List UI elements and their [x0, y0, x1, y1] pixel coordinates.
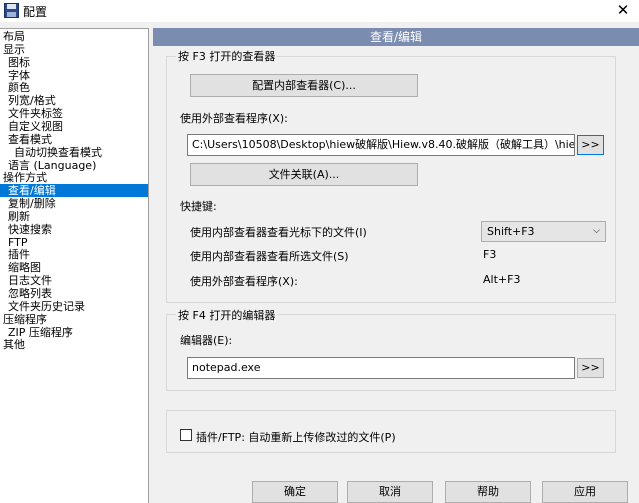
tree-item[interactable]: 快速搜索 [0, 223, 148, 236]
tree-item[interactable]: 语言 (Language) [0, 159, 148, 172]
viewer-group-title: 按 F3 打开的查看器 [176, 48, 278, 64]
tree-item[interactable]: 布局 [0, 30, 148, 43]
tree-item[interactable]: ZIP 压缩程序 [0, 326, 148, 339]
editor-group-title: 按 F4 打开的编辑器 [176, 307, 278, 323]
hotkey-external-value: Alt+F3 [483, 273, 521, 286]
tree-item[interactable]: 复制/删除 [0, 197, 148, 210]
hotkey-cursor-file-select[interactable]: Shift+F3 ⌵ [481, 221, 606, 242]
tree-item[interactable]: FTP [0, 236, 148, 249]
tree-item[interactable]: 列宽/格式 [0, 94, 148, 107]
auto-reupload-label: 插件/FTP: 自动重新上传修改过的文件(P) [196, 431, 396, 444]
tree-item[interactable]: 插件 [0, 248, 148, 261]
external-viewer-path-input[interactable]: C:\Users\10508\Desktop\hiew破解版\Hiew.v8.4… [187, 134, 575, 156]
tree-item[interactable]: 缩略图 [0, 261, 148, 274]
app-icon [4, 3, 19, 18]
settings-tree[interactable]: 布局 显示 图标 字体 颜色 列宽/格式 文件夹标签 自定义视图 查看模式 自动切换查看模式 语言 … [0, 28, 149, 503]
tree-item[interactable]: 忽略列表 [0, 287, 148, 300]
editor-path-input[interactable]: notepad.exe [187, 357, 575, 379]
external-viewer-browse-button[interactable]: >> [577, 135, 604, 155]
hotkey-selected-files-label: 使用内部查看器查看所选文件(S) [190, 250, 349, 263]
editor-label: 编辑器(E): [180, 334, 233, 347]
help-button[interactable]: 帮助 [445, 481, 531, 503]
tree-item[interactable]: 自动切换查看模式 [0, 146, 148, 159]
chevron-down-icon: ⌵ [593, 226, 600, 236]
tree-item[interactable]: 查看模式 [0, 133, 148, 146]
hotkey-external-label: 使用外部查看程序(X): [190, 275, 298, 288]
editor-browse-button[interactable]: >> [577, 358, 604, 378]
apply-button[interactable]: 应用 [542, 481, 628, 503]
tree-item[interactable]: 刷新 [0, 210, 148, 223]
cancel-button[interactable]: 取消 [347, 481, 433, 503]
tree-item[interactable]: 文件夹标签 [0, 107, 148, 120]
hotkey-cursor-file-label: 使用内部查看器查看光标下的文件(I) [190, 226, 367, 239]
title-bar: 配置 ✕ [0, 0, 639, 22]
tree-item[interactable]: 日志文件 [0, 274, 148, 287]
hotkeys-label: 快捷键: [180, 200, 217, 213]
editor-group [166, 314, 616, 391]
external-viewer-label: 使用外部查看程序(X): [180, 112, 288, 125]
file-association-button[interactable]: 文件关联(A)... [190, 163, 418, 186]
tree-item[interactable]: 压缩程序 [0, 313, 148, 326]
tree-item[interactable]: 文件夹历史记录 [0, 300, 148, 313]
tree-item[interactable]: 显示 [0, 43, 148, 56]
tree-item[interactable]: 字体 [0, 69, 148, 82]
ok-button[interactable]: 确定 [252, 481, 338, 503]
window-title: 配置 [23, 5, 48, 19]
tree-item[interactable]: 其他 [0, 338, 148, 351]
auto-reupload-checkbox[interactable] [180, 429, 192, 441]
tree-item[interactable]: 查看/编辑 [0, 184, 148, 198]
panel-header: 查看/编辑 [153, 28, 639, 46]
hotkey-cursor-file-value: Shift+F3 [487, 225, 535, 238]
tree-item[interactable]: 图标 [0, 56, 148, 69]
tree-item[interactable]: 操作方式 [0, 171, 148, 184]
config-internal-viewer-button[interactable]: 配置内部查看器(C)... [190, 74, 418, 97]
tree-item[interactable]: 颜色 [0, 81, 148, 94]
close-icon[interactable]: ✕ [614, 1, 632, 19]
hotkey-selected-files-value: F3 [483, 248, 497, 261]
tree-item[interactable]: 自定义视图 [0, 120, 148, 133]
